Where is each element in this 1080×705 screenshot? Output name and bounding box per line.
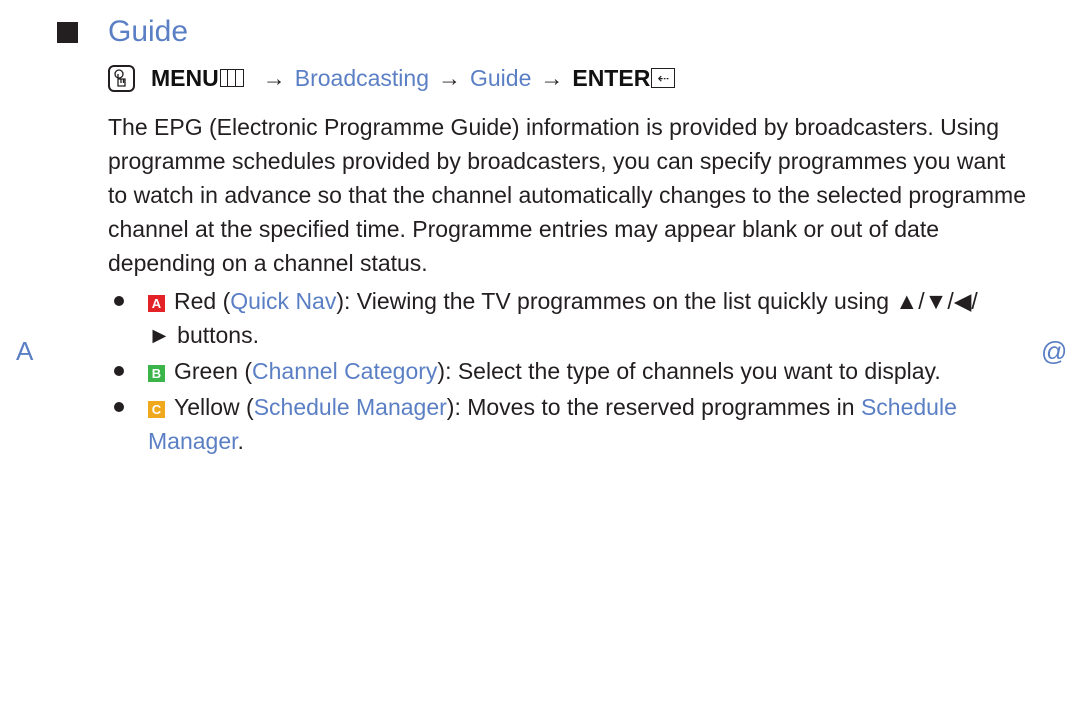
enter-label: ENTER (572, 64, 651, 91)
enter-icon: ⇠ (651, 68, 676, 88)
path-arrow: → (437, 64, 461, 91)
heading-square-icon (57, 21, 78, 43)
channel-category-link[interactable]: Channel Category (252, 358, 437, 384)
green-b-key-icon: B (148, 365, 165, 382)
bullet-dot (114, 296, 124, 306)
red-a-key-icon: A (148, 295, 165, 312)
item-text: ): Moves to the reserved programmes in (446, 394, 861, 420)
path-arrow: → (262, 64, 286, 91)
menu-label: MENU (151, 64, 219, 91)
quick-nav-link[interactable]: Quick Nav (230, 288, 336, 314)
side-marker-left: A (16, 336, 34, 366)
color-name: Yellow (174, 394, 240, 420)
color-name: Red (174, 288, 217, 314)
list-item-red: A Red (Quick Nav): Viewing the TV program… (108, 284, 988, 352)
page-title: Guide (108, 15, 189, 48)
path-step-guide[interactable]: Guide (470, 65, 531, 92)
paren: ( (237, 358, 252, 384)
menu-grid-icon (219, 69, 244, 87)
period: . (237, 428, 244, 454)
path-step-broadcasting[interactable]: Broadcasting (295, 65, 429, 92)
yellow-c-key-icon: C (148, 401, 165, 418)
side-marker-right: @ (1041, 336, 1068, 366)
description-paragraph: The EPG (Electronic Programme Guide) inf… (108, 114, 1026, 276)
color-key-list: A Red (Quick Nav): Viewing the TV program… (108, 284, 988, 460)
item-text: ): Select the type of channels you want … (437, 358, 941, 384)
paren: ( (239, 394, 254, 420)
bullet-dot (114, 402, 124, 412)
list-item-yellow: C Yellow (Schedule Manager): Moves to the… (108, 390, 988, 458)
menu-path: MENU → Broadcasting → Guide → ENTER ⇠ (108, 62, 676, 94)
color-name: Green (174, 358, 238, 384)
schedule-manager-link[interactable]: Schedule Manager (254, 394, 447, 420)
section-heading: Guide (57, 12, 188, 52)
paren: ( (216, 288, 231, 314)
bullet-dot (114, 366, 124, 376)
path-arrow: → (540, 64, 564, 91)
list-item-green: B Green (Channel Category): Select the ty… (108, 354, 988, 388)
touch-hand-icon (108, 64, 135, 92)
